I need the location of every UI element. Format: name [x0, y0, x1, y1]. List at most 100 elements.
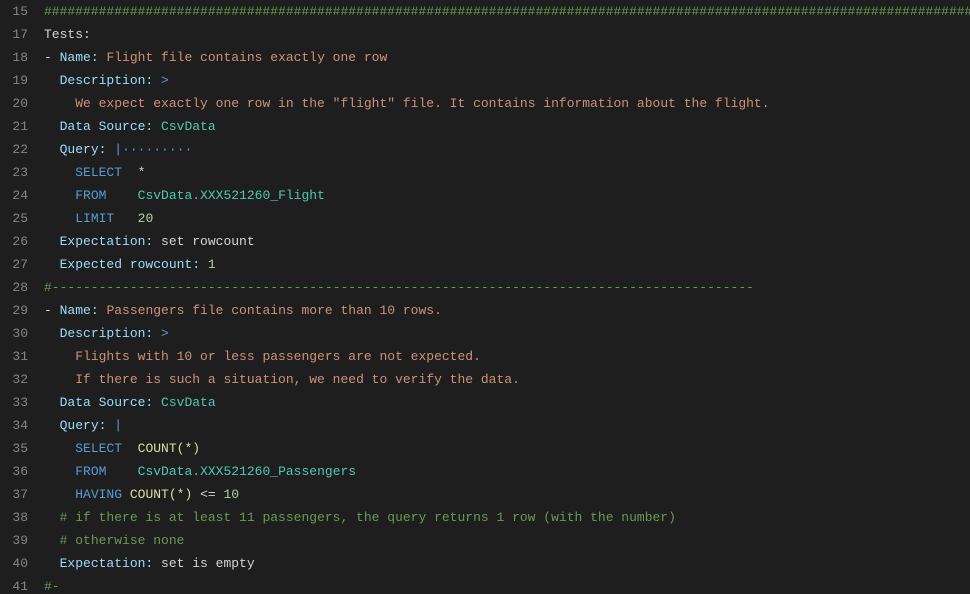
token: Query: — [60, 418, 107, 433]
line: 31 Flights with 10 or less passengers ar… — [0, 345, 970, 368]
token: # otherwise none — [60, 533, 185, 548]
token: ########################################… — [44, 4, 970, 19]
line-number: 28 — [0, 276, 40, 299]
token — [153, 326, 161, 341]
token: | — [114, 418, 122, 433]
token — [44, 533, 60, 548]
token: Tests: — [44, 27, 91, 42]
token: set is empty — [153, 556, 254, 571]
line-number: 33 — [0, 391, 40, 414]
token — [44, 119, 60, 134]
token — [44, 73, 60, 88]
line-number: 34 — [0, 414, 40, 437]
token — [44, 326, 60, 341]
line-number: 17 — [0, 23, 40, 46]
line-content: ########################################… — [40, 0, 970, 23]
line: 27 Expected rowcount: 1 — [0, 253, 970, 276]
token — [44, 234, 60, 249]
token: > — [161, 326, 169, 341]
token: - — [44, 50, 60, 65]
line-content: Data Source: CsvData — [40, 115, 970, 138]
token — [44, 441, 75, 456]
line: 30 Description: > — [0, 322, 970, 345]
token: CsvData.XXX521260_Passengers — [138, 464, 356, 479]
line-content: Query: | — [40, 414, 970, 437]
token: Query: — [60, 142, 107, 157]
line: 22 Query: |········· — [0, 138, 970, 161]
line-number: 27 — [0, 253, 40, 276]
line: 41#- — [0, 575, 970, 594]
line-content: SELECT * — [40, 161, 970, 184]
line-number: 32 — [0, 368, 40, 391]
code-lines: 15 ######################################… — [0, 0, 970, 594]
token: 10 — [223, 487, 239, 502]
line: 32 If there is such a situation, we need… — [0, 368, 970, 391]
token — [200, 257, 208, 272]
token — [44, 372, 75, 387]
token: FROM — [75, 464, 106, 479]
token: Description: — [60, 326, 154, 341]
token — [122, 487, 130, 502]
token: * — [138, 165, 146, 180]
line-number: 18 — [0, 46, 40, 69]
line: 15 ######################################… — [0, 0, 970, 23]
token: Expectation: — [60, 556, 154, 571]
line: 36 FROM CsvData.XXX521260_Passengers — [0, 460, 970, 483]
token — [44, 556, 60, 571]
line-number: 22 — [0, 138, 40, 161]
token — [44, 211, 75, 226]
token: CsvData — [161, 395, 216, 410]
line-content: #---------------------------------------… — [40, 276, 970, 299]
line-content: # if there is at least 11 passengers, th… — [40, 506, 970, 529]
token: We expect exactly one row in the "flight… — [75, 96, 769, 111]
line-content: Description: > — [40, 322, 970, 345]
line-number: 35 — [0, 437, 40, 460]
token: Data Source: — [60, 395, 154, 410]
line-number: 36 — [0, 460, 40, 483]
line-content: HAVING COUNT(*) <= 10 — [40, 483, 970, 506]
line-number: 40 — [0, 552, 40, 575]
token — [44, 188, 75, 203]
token: Expected rowcount: — [60, 257, 200, 272]
line: 37 HAVING COUNT(*) <= 10 — [0, 483, 970, 506]
line-content: # otherwise none — [40, 529, 970, 552]
token — [122, 441, 138, 456]
token — [44, 257, 60, 272]
token — [114, 211, 137, 226]
line-content: If there is such a situation, we need to… — [40, 368, 970, 391]
line-number: 30 — [0, 322, 40, 345]
line: 26 Expectation: set rowcount — [0, 230, 970, 253]
line-content: We expect exactly one row in the "flight… — [40, 92, 970, 115]
token — [44, 464, 75, 479]
line-number: 20 — [0, 92, 40, 115]
line-number: 31 — [0, 345, 40, 368]
line-content: Expectation: set is empty — [40, 552, 970, 575]
token — [106, 188, 137, 203]
line-number: 15 — [0, 0, 40, 23]
line-number: 25 — [0, 207, 40, 230]
token: CsvData.XXX521260_Flight — [138, 188, 325, 203]
line-content: Query: |········· — [40, 138, 970, 161]
token: HAVING — [75, 487, 122, 502]
line-number: 23 — [0, 161, 40, 184]
line: 39 # otherwise none — [0, 529, 970, 552]
line: 33 Data Source: CsvData — [0, 391, 970, 414]
line-number: 26 — [0, 230, 40, 253]
line-content: Data Source: CsvData — [40, 391, 970, 414]
token — [44, 349, 75, 364]
line: 35 SELECT COUNT(*) — [0, 437, 970, 460]
token: Flight file contains exactly one row — [106, 50, 387, 65]
line-content: Tests: — [40, 23, 970, 46]
line-content: Expectation: set rowcount — [40, 230, 970, 253]
line-content: SELECT COUNT(*) — [40, 437, 970, 460]
code-editor: 15 ######################################… — [0, 0, 970, 594]
token — [44, 96, 75, 111]
token — [122, 165, 138, 180]
token: 20 — [138, 211, 154, 226]
line-content: Description: > — [40, 69, 970, 92]
line-number: 29 — [0, 299, 40, 322]
token — [44, 395, 60, 410]
line: 18- Name: Flight file contains exactly o… — [0, 46, 970, 69]
token — [106, 464, 137, 479]
token: #- — [44, 579, 60, 594]
